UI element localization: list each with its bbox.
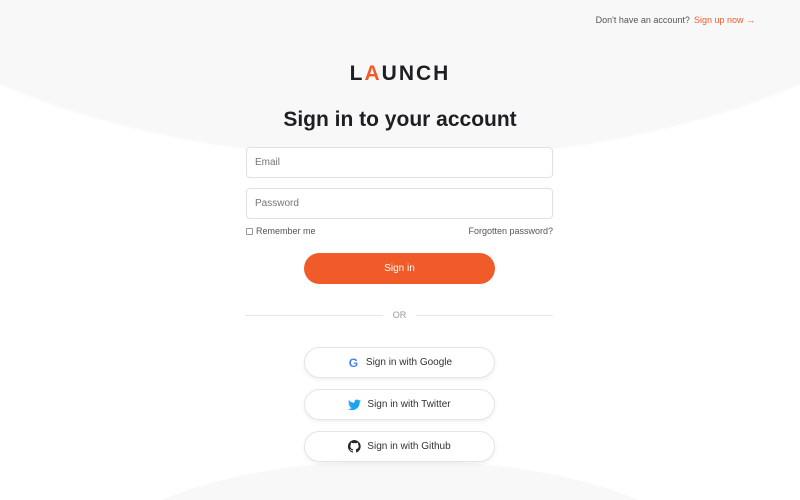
twitter-icon: [348, 398, 362, 411]
password-input[interactable]: [246, 188, 553, 219]
logo-accent: A: [364, 62, 382, 85]
google-sign-in-button[interactable]: G Sign in with Google: [304, 347, 495, 378]
logo: LAUNCH: [0, 62, 800, 86]
signup-prompt-text: Don't have an account?: [595, 15, 690, 25]
signup-link[interactable]: Sign up now →: [694, 15, 755, 25]
checkbox-box[interactable]: [246, 227, 253, 235]
sign-in-button[interactable]: Sign in: [304, 253, 495, 284]
forgot-password-link[interactable]: Forgotten password?: [468, 226, 553, 236]
github-sign-in-button[interactable]: Sign in with Github: [304, 431, 495, 462]
button-label: Sign in with Github: [367, 441, 451, 452]
or-divider: OR: [246, 310, 553, 320]
button-label: Sign in with Twitter: [367, 399, 451, 410]
logo-text: UNCH: [381, 62, 451, 85]
or-text: OR: [392, 310, 407, 320]
button-label: Sign in with Google: [365, 357, 453, 368]
logo-text: L: [349, 62, 365, 85]
google-icon: G: [348, 355, 359, 370]
page-title: Sign in to your account: [283, 108, 517, 131]
email-input[interactable]: [246, 147, 553, 178]
remember-me-checkbox[interactable]: Remember me: [246, 226, 316, 236]
github-icon: [348, 440, 361, 453]
remember-me-label: Remember me: [256, 226, 316, 236]
twitter-sign-in-button[interactable]: Sign in with Twitter: [304, 389, 495, 420]
signup-prompt: Don't have an account? Sign up now →: [596, 15, 755, 25]
